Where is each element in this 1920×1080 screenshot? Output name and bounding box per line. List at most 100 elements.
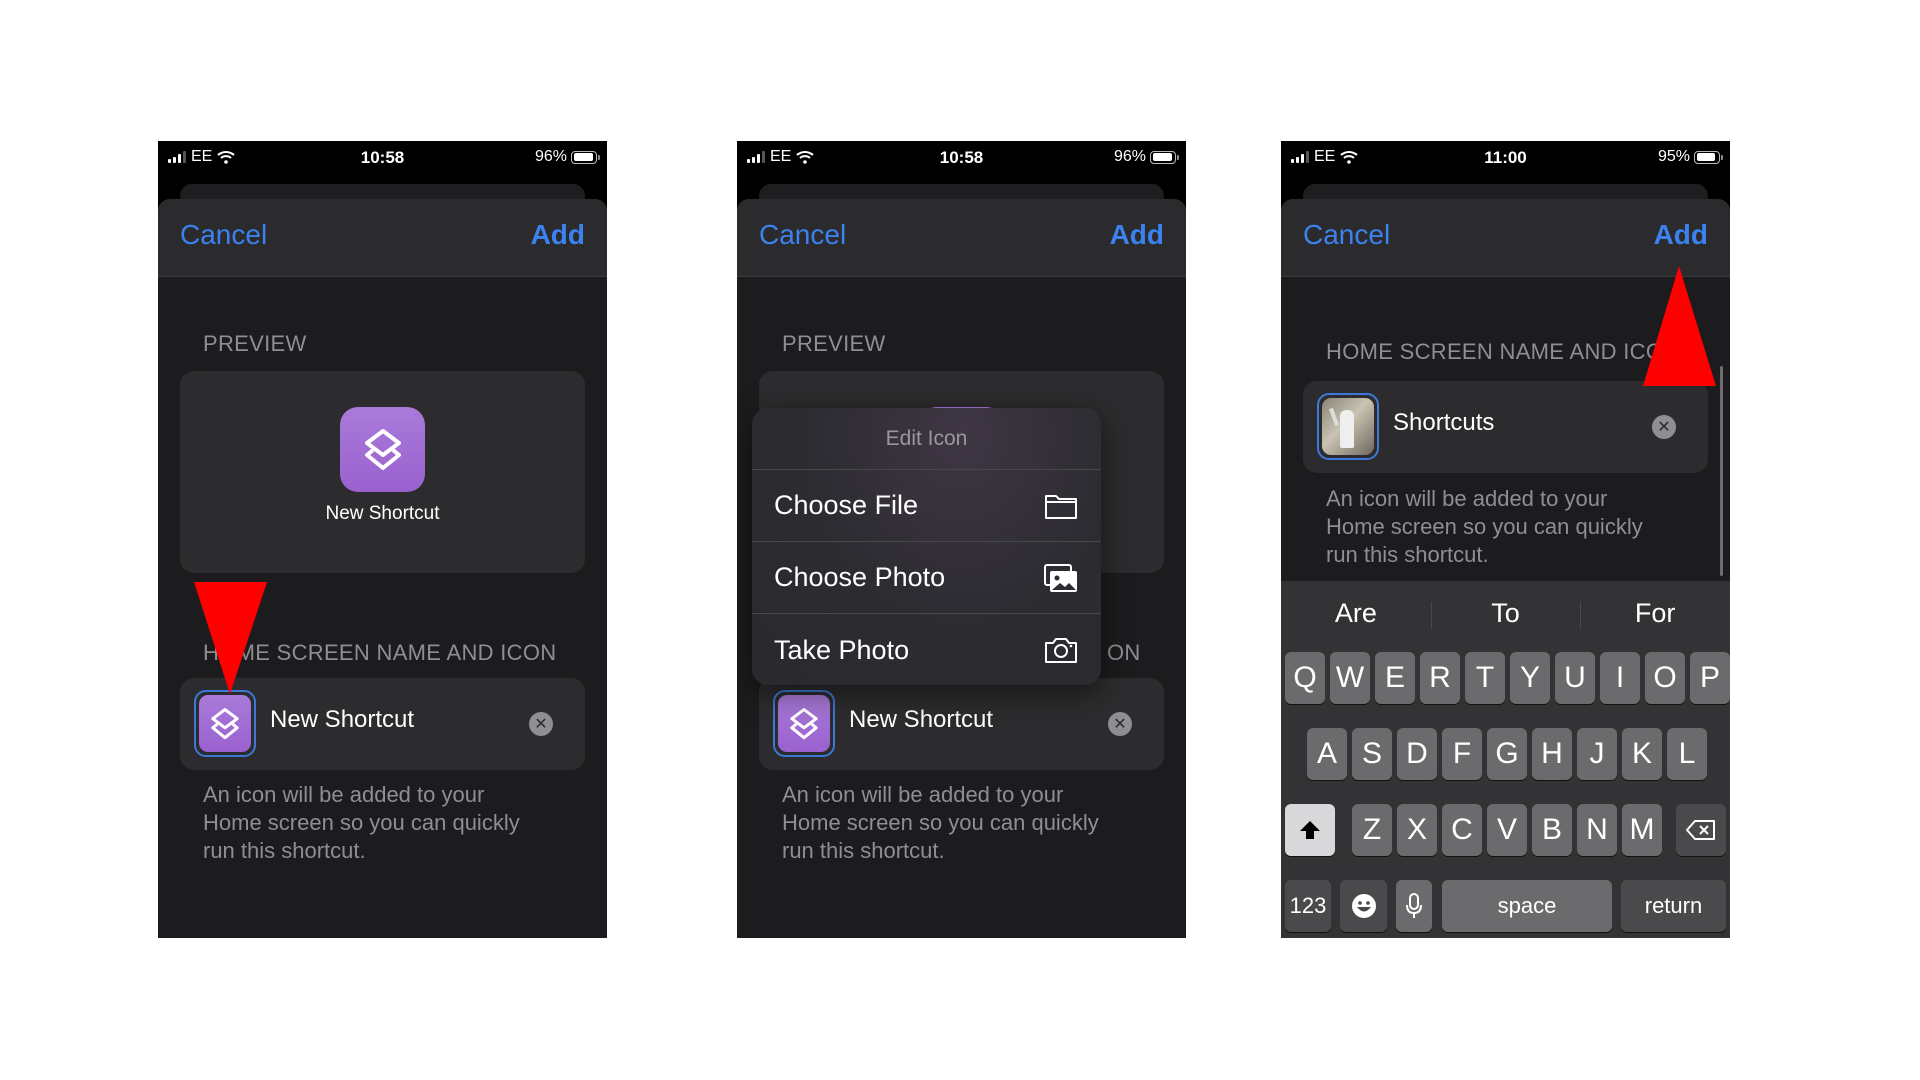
key-y[interactable]: Y	[1510, 652, 1550, 704]
status-bar: EE 10:58 96%	[737, 141, 1186, 175]
menu-item-choose-file[interactable]: Choose File	[752, 470, 1101, 542]
key-b[interactable]: B	[1532, 804, 1572, 856]
key-i[interactable]: I	[1600, 652, 1640, 704]
key-p[interactable]: P	[1690, 652, 1730, 704]
description-text: An icon will be added to your Home scree…	[1326, 485, 1700, 569]
cancel-button[interactable]: Cancel	[759, 219, 846, 251]
key-k[interactable]: K	[1622, 728, 1662, 780]
key-x[interactable]: X	[1397, 804, 1437, 856]
name-icon-row: New Shortcut ✕	[759, 678, 1164, 770]
suggestion[interactable]: For	[1580, 598, 1730, 629]
key-j[interactable]: J	[1577, 728, 1617, 780]
battery-percent: 96%	[534, 148, 567, 165]
key-n[interactable]: N	[1577, 804, 1617, 856]
clear-text-button[interactable]: ✕	[1108, 712, 1132, 736]
add-button[interactable]: Add	[1110, 219, 1164, 251]
phone-screenshot-2: EE 10:58 96% Cancel Add PREVIEW ON New S…	[737, 141, 1186, 938]
menu-item-take-photo[interactable]: Take Photo	[752, 614, 1101, 685]
backspace-icon	[1686, 820, 1715, 840]
edit-icon-button[interactable]	[1317, 393, 1379, 460]
description-line: Home screen so you can quickly	[203, 810, 520, 835]
edit-icon-button[interactable]	[194, 690, 256, 757]
shortcuts-layers-icon	[211, 707, 239, 739]
preview-label: PREVIEW	[782, 331, 886, 356]
custom-photo-icon	[1322, 398, 1374, 455]
home-screen-name-label: HOME SCREEN NAME AND ICON	[1326, 339, 1680, 364]
preview-card: New Shortcut	[180, 371, 585, 573]
battery-icon	[571, 150, 600, 164]
description-line: run this shortcut.	[1326, 542, 1489, 567]
shortcut-name-input[interactable]: New Shortcut	[849, 706, 993, 734]
scrollbar[interactable]	[1720, 366, 1723, 576]
key-g[interactable]: G	[1487, 728, 1527, 780]
key-s[interactable]: S	[1352, 728, 1392, 780]
battery-percent: 95%	[1657, 148, 1690, 165]
shortcut-name-input[interactable]: Shortcuts	[1393, 409, 1494, 437]
folder-icon	[1045, 494, 1077, 519]
suggestion[interactable]: Are	[1281, 598, 1431, 629]
add-to-home-sheet: Cancel Add PREVIEW New Shortcut HOME SCR…	[158, 199, 607, 938]
description-line: Home screen so you can quickly	[1326, 514, 1643, 539]
add-button[interactable]: Add	[531, 219, 585, 251]
key-m[interactable]: M	[1622, 804, 1662, 856]
key-o[interactable]: O	[1645, 652, 1685, 704]
emoji-icon	[1351, 894, 1376, 918]
key-row-2: ASDFGHJKL	[1281, 728, 1730, 780]
key-z[interactable]: Z	[1352, 804, 1392, 856]
shortcuts-layers-icon	[790, 707, 818, 739]
key-row-3: ZXCVBNM	[1281, 804, 1730, 856]
menu-item-label: Choose Photo	[774, 562, 946, 592]
edit-icon-button[interactable]	[773, 690, 835, 757]
key-row-1: QWERTYUIOP	[1281, 652, 1730, 704]
add-button[interactable]: Add	[1654, 219, 1708, 251]
menu-item-label: Choose File	[774, 490, 919, 520]
key-v[interactable]: V	[1487, 804, 1527, 856]
key-l[interactable]: L	[1667, 728, 1707, 780]
return-key[interactable]: return	[1621, 880, 1726, 932]
annotation-arrow-up	[1643, 266, 1716, 386]
description-line: run this shortcut.	[782, 838, 945, 863]
key-d[interactable]: D	[1397, 728, 1437, 780]
emoji-key[interactable]	[1340, 880, 1387, 932]
key-t[interactable]: T	[1465, 652, 1505, 704]
shift-key[interactable]	[1285, 804, 1335, 856]
shortcut-name-input[interactable]: New Shortcut	[270, 706, 414, 734]
key-a[interactable]: A	[1307, 728, 1347, 780]
key-e[interactable]: E	[1375, 652, 1415, 704]
clear-text-button[interactable]: ✕	[529, 712, 553, 736]
battery-percent: 96%	[1113, 148, 1146, 165]
predictive-bar: Are To For	[1281, 581, 1730, 645]
dictation-key[interactable]	[1396, 880, 1432, 932]
description-line: Home screen so you can quickly	[782, 810, 1099, 835]
suggestion[interactable]: To	[1430, 598, 1581, 629]
keyboard: Are To For QWERTYUIOP ASDFGHJKL ZXCVBNM …	[1281, 581, 1730, 938]
name-icon-row: Shortcuts ✕	[1303, 381, 1708, 473]
description-line: run this shortcut.	[203, 838, 366, 863]
clear-text-button[interactable]: ✕	[1652, 415, 1676, 439]
sheet-header: Cancel Add	[158, 199, 607, 277]
home-screen-name-label-partial: ON	[1107, 640, 1141, 665]
key-row-4: 123 space return	[1281, 880, 1730, 932]
description-text: An icon will be added to your Home scree…	[203, 781, 577, 865]
menu-item-choose-photo[interactable]: Choose Photo	[752, 542, 1101, 614]
preview-label: PREVIEW	[203, 331, 307, 356]
cancel-button[interactable]: Cancel	[180, 219, 267, 251]
key-u[interactable]: U	[1555, 652, 1595, 704]
key-f[interactable]: F	[1442, 728, 1482, 780]
numbers-key[interactable]: 123	[1285, 880, 1331, 932]
microphone-icon	[1406, 893, 1422, 918]
space-key[interactable]: space	[1442, 880, 1612, 932]
description-line: An icon will be added to your	[1326, 486, 1608, 511]
key-r[interactable]: R	[1420, 652, 1460, 704]
key-c[interactable]: C	[1442, 804, 1482, 856]
key-w[interactable]: W	[1330, 652, 1370, 704]
edit-icon-menu: Edit Icon Choose File Choose Photo Take …	[752, 408, 1101, 685]
key-h[interactable]: H	[1532, 728, 1572, 780]
menu-title: Edit Icon	[752, 408, 1101, 470]
battery-icon	[1694, 150, 1723, 164]
phone-screenshot-3: EE 11:00 95% Cancel Add HOME SCREEN NAME…	[1281, 141, 1730, 938]
cancel-button[interactable]: Cancel	[1303, 219, 1390, 251]
key-q[interactable]: Q	[1285, 652, 1325, 704]
shortcuts-layers-icon	[364, 428, 401, 470]
delete-key[interactable]	[1676, 804, 1726, 856]
